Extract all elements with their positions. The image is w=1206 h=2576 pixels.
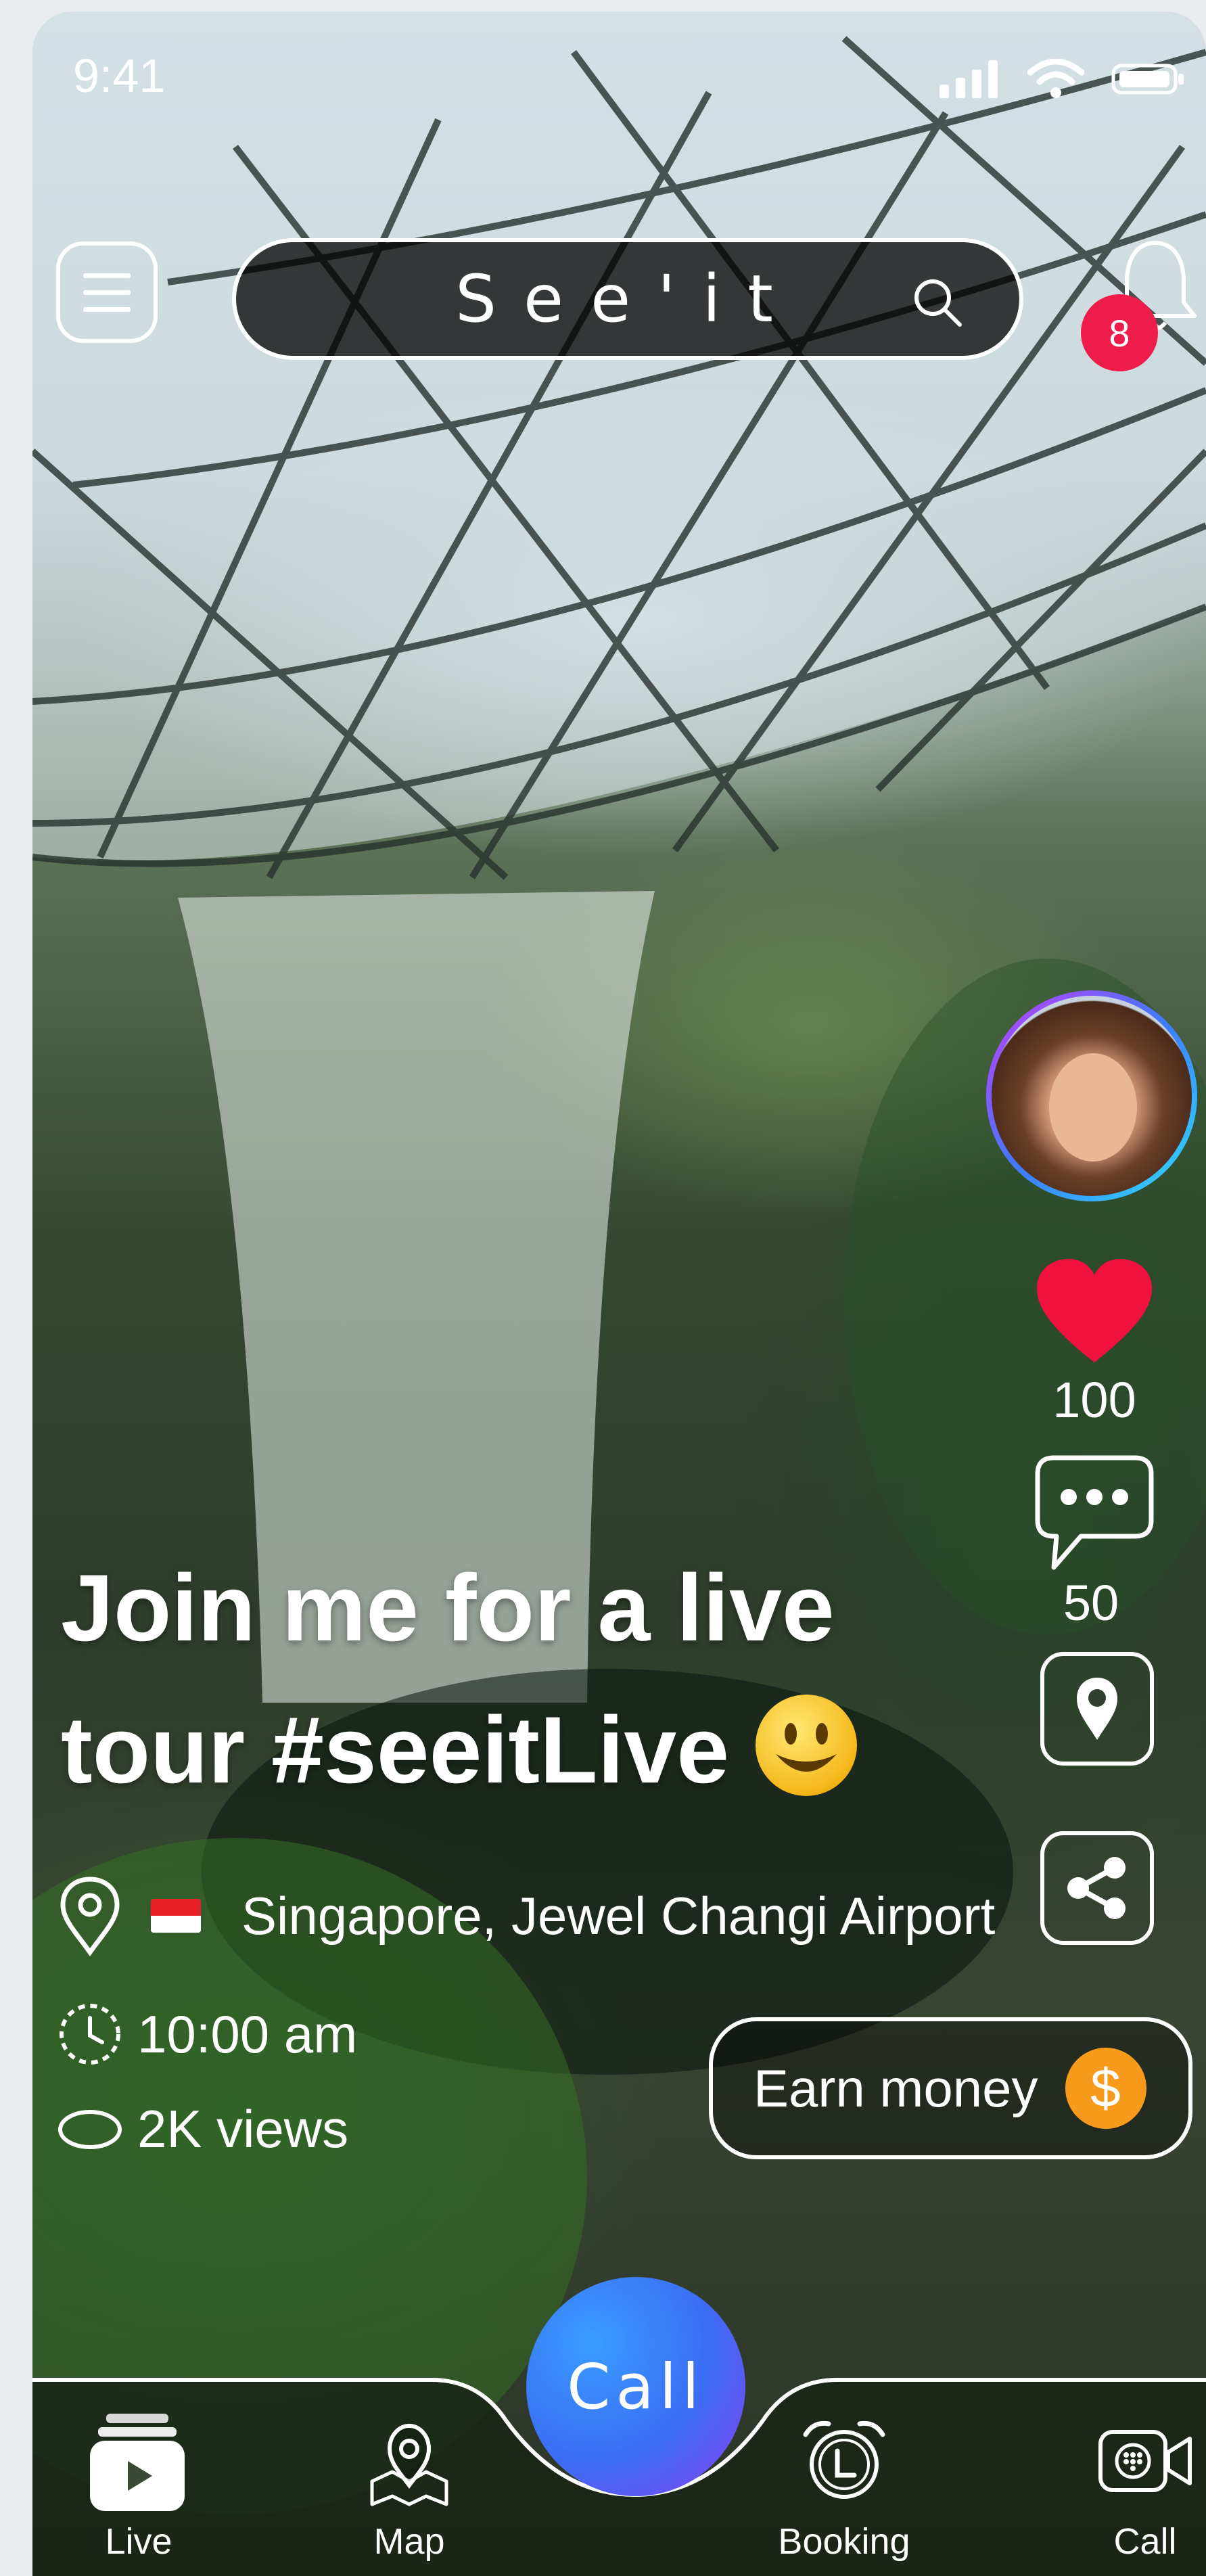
map-pin-icon (1077, 1678, 1117, 1740)
status-bar: 9:41 (32, 12, 1206, 120)
earn-money-label: Earn money (753, 2058, 1038, 2118)
nav-item-map[interactable] (365, 2420, 453, 2508)
signal-icon (940, 60, 998, 98)
post-caption: Join me for a live tour #seeitLive (61, 1537, 1008, 1821)
search-icon[interactable] (911, 276, 965, 330)
app-logo: See'it (455, 261, 800, 337)
heart-icon[interactable] (1034, 1258, 1155, 1366)
nav-label-call[interactable]: Call (1064, 2521, 1206, 2562)
comment-count: 50 (1063, 1575, 1119, 1631)
location-button[interactable] (1040, 1652, 1154, 1766)
singapore-flag-icon (151, 1899, 201, 1933)
status-icons (940, 59, 1186, 99)
views-row: 2K views (56, 2098, 348, 2160)
nav-label-live[interactable]: Live (57, 2521, 220, 2562)
coin-icon: $ (1065, 2048, 1146, 2129)
background-photo (32, 12, 1206, 2514)
battery-icon (1111, 64, 1184, 95)
earn-money-button[interactable]: Earn money $ (709, 2017, 1192, 2159)
call-button[interactable]: Call (526, 2277, 745, 2496)
smiley-emoji-icon (756, 1695, 858, 1796)
time-row: 10:00 am (56, 2000, 357, 2068)
location-row: Singapore, Jewel Changi Airport (56, 1875, 995, 1956)
like-count: 100 (1052, 1372, 1136, 1428)
map-pin-icon (370, 2423, 448, 2506)
play-icon (90, 2414, 185, 2511)
search-bar[interactable]: See'it (232, 238, 1023, 360)
location-pin-icon (60, 1877, 120, 1956)
nav-label-map[interactable]: Map (328, 2521, 490, 2562)
comment-icon[interactable] (1034, 1454, 1155, 1576)
nav-item-call[interactable] (1098, 2424, 1192, 2498)
nav-label-booking[interactable]: Booking (763, 2521, 925, 2562)
views-text: 2K views (137, 2099, 349, 2159)
phone-screen: 9:41 See'it 8 100 50 Join me for a live … (32, 12, 1206, 2576)
location-text: Singapore, Jewel Changi Airport (241, 1885, 996, 1946)
host-avatar[interactable] (986, 990, 1197, 1201)
menu-button[interactable] (56, 242, 158, 343)
clock-icon (60, 2004, 120, 2065)
share-icon (1067, 1857, 1126, 1919)
nav-item-live[interactable] (90, 2414, 185, 2515)
time-text: 10:00 am (137, 2004, 358, 2064)
caption-line-2: tour #seeitLive (61, 1697, 730, 1803)
nav-item-booking[interactable] (800, 2417, 888, 2505)
status-time: 9:41 (73, 49, 166, 102)
wifi-icon (1027, 59, 1084, 98)
hamburger-icon (83, 273, 131, 312)
share-button[interactable] (1040, 1831, 1154, 1945)
video-call-icon (1098, 2430, 1192, 2492)
caption-line-1: Join me for a live (61, 1555, 835, 1661)
eye-icon (58, 2109, 122, 2149)
alarm-clock-icon (803, 2420, 885, 2499)
bottom-nav: Live Map Call Booking Call (32, 2277, 1206, 2576)
top-bar: See'it 8 (32, 235, 1206, 371)
notification-badge: 8 (1081, 294, 1158, 371)
avatar-face (1049, 1053, 1137, 1162)
caption-line-2-wrapper: tour #seeitLive (61, 1679, 1008, 1821)
